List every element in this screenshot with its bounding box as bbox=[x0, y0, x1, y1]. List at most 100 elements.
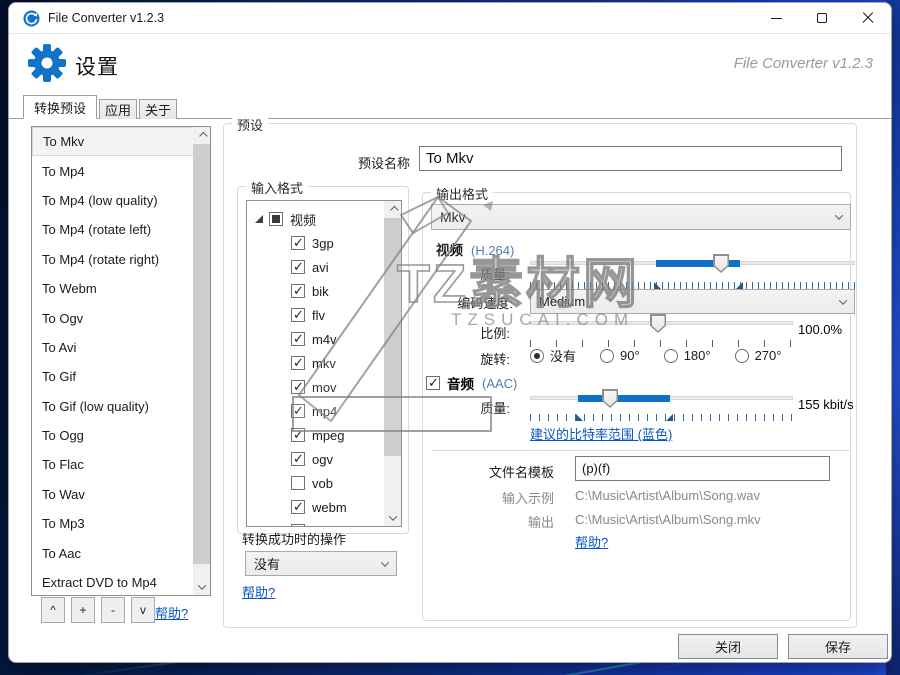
tree-item[interactable]: flv bbox=[291, 303, 325, 327]
tree-item-label: 3gp bbox=[312, 235, 334, 251]
list-item[interactable]: To Flac bbox=[32, 450, 194, 479]
list-item[interactable]: To Mp3 bbox=[32, 509, 194, 538]
list-item[interactable]: To Mp4 (low quality) bbox=[32, 186, 194, 215]
close-settings-button[interactable]: 关闭 bbox=[678, 634, 778, 659]
tree-item-label: avi bbox=[312, 259, 329, 275]
list-item[interactable]: To Gif (low quality) bbox=[32, 392, 194, 421]
scale-label: 比例: bbox=[480, 326, 510, 341]
tree-item[interactable]: mkv bbox=[291, 351, 336, 375]
tree-item[interactable]: vob bbox=[291, 471, 333, 495]
video-quality-slider[interactable] bbox=[530, 254, 855, 277]
checkbox[interactable] bbox=[291, 403, 305, 419]
tree-item[interactable]: bik bbox=[291, 279, 329, 303]
slider-thumb[interactable] bbox=[602, 389, 618, 408]
scroll-up-icon[interactable] bbox=[193, 127, 210, 144]
list-item[interactable]: Extract DVD to Mp4 bbox=[32, 568, 194, 595]
checkbox[interactable] bbox=[291, 499, 305, 515]
preset-list-scrollbar[interactable] bbox=[193, 127, 210, 595]
app-icon bbox=[23, 10, 40, 26]
list-item[interactable]: To Aac bbox=[32, 538, 194, 567]
preset-name-input[interactable] bbox=[419, 146, 842, 171]
save-button[interactable]: 保存 bbox=[788, 634, 888, 659]
checkbox[interactable] bbox=[291, 259, 305, 275]
tree-item[interactable]: m4v bbox=[291, 327, 337, 351]
checkbox[interactable] bbox=[291, 451, 305, 467]
list-item[interactable]: To Mp4 (rotate left) bbox=[32, 215, 194, 244]
list-item[interactable]: To Gif bbox=[32, 362, 194, 391]
chevron-down-icon bbox=[834, 211, 844, 220]
input-formats-help-link[interactable]: 帮助? bbox=[242, 582, 275, 601]
slider-thumb[interactable] bbox=[713, 254, 729, 273]
scrollbar-thumb[interactable] bbox=[193, 144, 210, 564]
tree-item[interactable]: webm bbox=[291, 495, 347, 519]
tree-root-row[interactable]: 视频 bbox=[255, 207, 316, 231]
tree-item[interactable]: mpeg bbox=[291, 423, 345, 447]
audio-quality-slider[interactable] bbox=[530, 389, 793, 412]
scroll-down-icon[interactable] bbox=[384, 509, 401, 526]
filename-template-input[interactable] bbox=[575, 456, 830, 481]
scrollbar-thumb[interactable] bbox=[384, 218, 401, 456]
checkbox[interactable] bbox=[291, 355, 305, 371]
list-item[interactable]: To Ogg bbox=[32, 421, 194, 450]
tree-item-label: webm bbox=[312, 499, 347, 515]
checkbox[interactable] bbox=[291, 523, 305, 526]
tab-conversion-presets[interactable]: 转换预设 bbox=[23, 95, 97, 119]
slider-selection bbox=[578, 394, 670, 402]
close-button[interactable] bbox=[845, 3, 891, 33]
list-item[interactable]: To Wav bbox=[32, 480, 194, 509]
slider-thumb[interactable] bbox=[650, 314, 666, 333]
output-format-dropdown[interactable]: Mkv bbox=[431, 204, 851, 230]
maximize-icon bbox=[817, 13, 827, 23]
checkbox[interactable] bbox=[291, 283, 305, 299]
video-section-title: 视频 (H.264) bbox=[436, 239, 514, 259]
tree-item[interactable]: mp4 bbox=[291, 399, 337, 423]
encoding-speed-dropdown[interactable]: Medium bbox=[530, 289, 855, 314]
add-preset-button[interactable]: + bbox=[71, 597, 95, 623]
sidebar-help-link[interactable]: 帮助? bbox=[155, 603, 188, 622]
maximize-button[interactable] bbox=[799, 3, 845, 33]
checkbox[interactable] bbox=[291, 307, 305, 323]
scroll-up-icon[interactable] bbox=[384, 201, 401, 218]
on-success-label: 转换成功时的操作 bbox=[242, 532, 347, 547]
tree-item[interactable]: wmv bbox=[291, 519, 339, 526]
tree-item[interactable]: 3gp bbox=[291, 231, 334, 255]
list-item[interactable]: To Ogv bbox=[32, 303, 194, 332]
scale-slider[interactable] bbox=[530, 314, 793, 337]
list-item-label: To Ogg bbox=[42, 428, 84, 444]
scroll-down-icon[interactable] bbox=[193, 578, 210, 595]
list-item[interactable]: To Mkv bbox=[32, 127, 194, 157]
list-item[interactable]: To Avi bbox=[32, 333, 194, 362]
radio-rotation-90[interactable] bbox=[600, 348, 615, 363]
tree-item[interactable]: mov bbox=[291, 375, 337, 399]
tree-item-label: ogv bbox=[312, 451, 333, 467]
move-preset-down-button[interactable]: v bbox=[131, 597, 155, 623]
bitrate-range-link[interactable]: 建议的比特率范围 (蓝色) bbox=[530, 424, 672, 443]
expander-icon[interactable] bbox=[255, 215, 263, 223]
checkbox[interactable] bbox=[291, 379, 305, 395]
remove-preset-button[interactable]: - bbox=[101, 597, 125, 623]
minimize-button[interactable] bbox=[753, 3, 799, 33]
filename-help-link[interactable]: 帮助? bbox=[575, 532, 608, 551]
checkbox-video-root[interactable] bbox=[269, 212, 283, 226]
checkbox[interactable] bbox=[291, 427, 305, 443]
list-item[interactable]: To Mp4 bbox=[32, 156, 194, 185]
list-item[interactable]: To Mp4 (rotate right) bbox=[32, 245, 194, 274]
on-success-dropdown[interactable]: 没有 bbox=[245, 551, 397, 576]
tree-item[interactable]: ogv bbox=[291, 447, 333, 471]
separator bbox=[431, 450, 851, 451]
tab-application[interactable]: 应用 bbox=[99, 99, 137, 119]
audio-enable-checkbox[interactable] bbox=[426, 375, 440, 391]
checkbox[interactable] bbox=[291, 331, 305, 347]
tree-scrollbar[interactable] bbox=[384, 201, 401, 526]
tab-about[interactable]: 关于 bbox=[139, 99, 177, 119]
move-preset-up-button[interactable]: ^ bbox=[41, 597, 65, 623]
checkbox[interactable] bbox=[291, 476, 305, 490]
radio-rotation-270[interactable] bbox=[734, 348, 749, 363]
list-item[interactable]: To Webm bbox=[32, 274, 194, 303]
video-title: 视频 bbox=[436, 243, 463, 258]
tree-item[interactable]: avi bbox=[291, 255, 329, 279]
input-formats-tree: 视频 3gp avi bik flv m4v mkv mov mp4 mpeg … bbox=[246, 200, 402, 527]
checkbox[interactable] bbox=[291, 235, 305, 251]
radio-rotation-180[interactable] bbox=[663, 348, 678, 363]
radio-rotation-none[interactable] bbox=[530, 348, 544, 363]
